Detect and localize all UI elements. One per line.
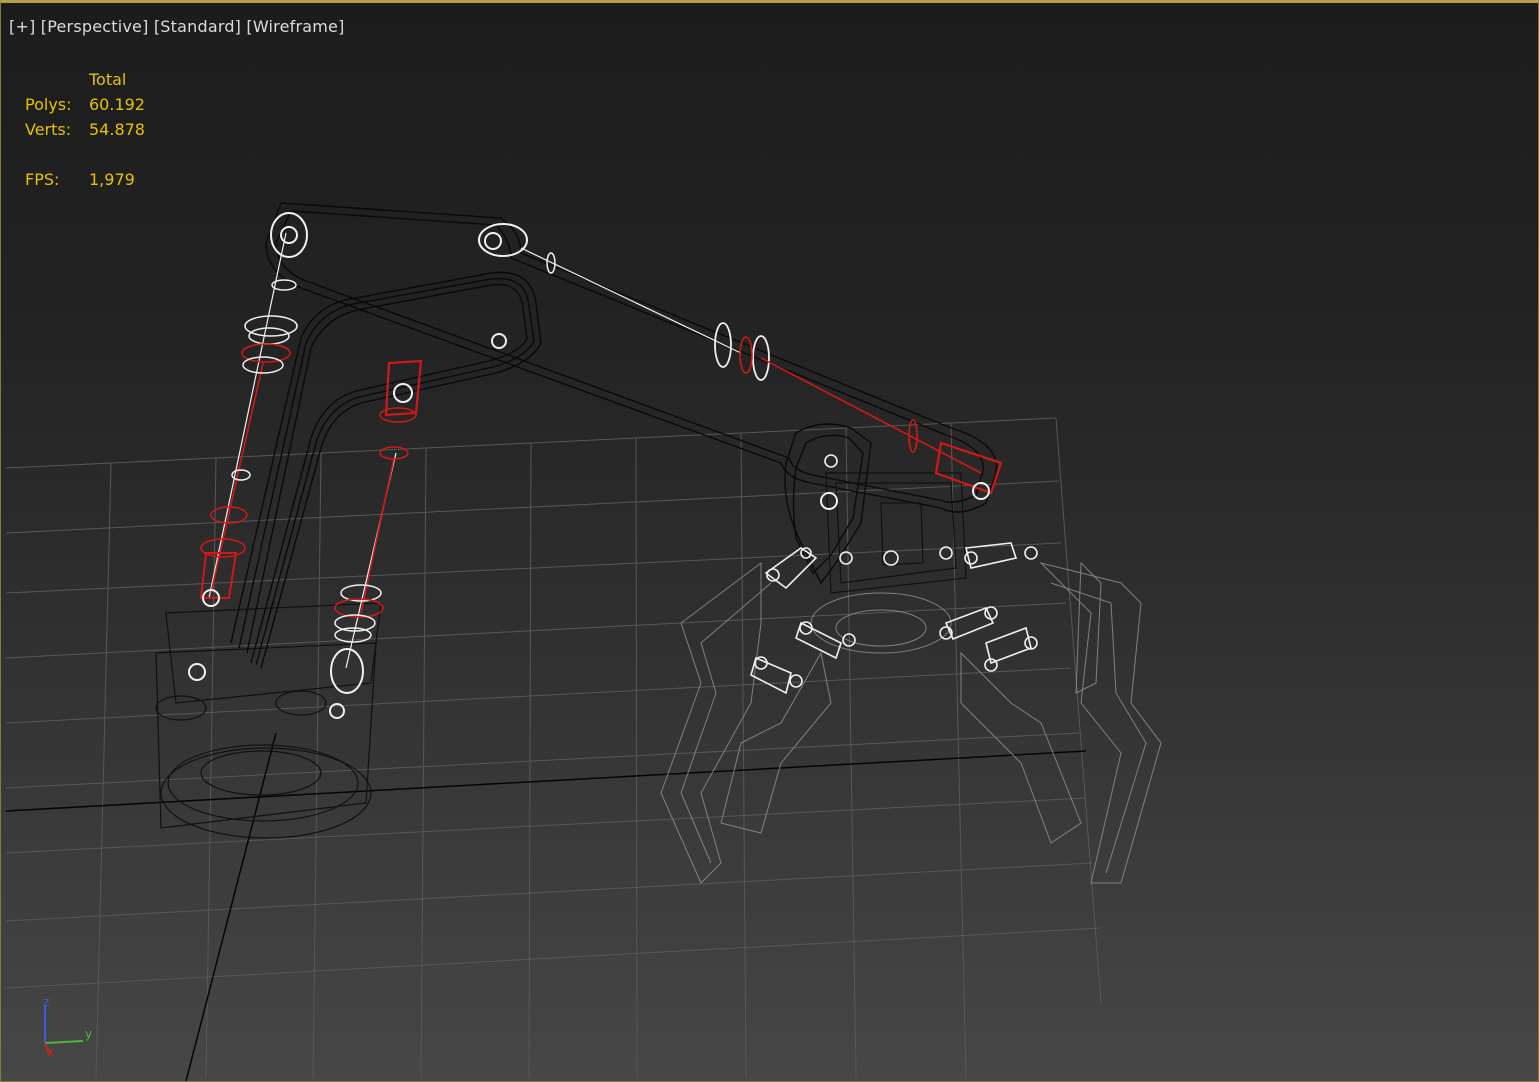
- axis-x-label: x: [47, 1045, 55, 1059]
- gripper-links: [750, 542, 1038, 695]
- viewport-general-menu[interactable]: [+]: [9, 17, 36, 36]
- piston-upper: [478, 223, 1003, 510]
- perspective-viewport[interactable]: [+] [Perspective] [Standard] [Wireframe]…: [0, 0, 1539, 1082]
- scene-statistics: Total Polys: 60.192 Verts: 54.878 FPS: 1,97…: [25, 67, 145, 192]
- lower-arm-link: [230, 271, 542, 669]
- axis-y-label: y: [85, 1027, 93, 1041]
- construction-grid: [5, 417, 1102, 1079]
- axis-tripod-icon: z y x: [35, 993, 105, 1063]
- polys-label: Polys:: [25, 95, 72, 114]
- viewport-label-menu: [+] [Perspective] [Standard] [Wireframe]: [9, 17, 345, 36]
- fps-label: FPS:: [25, 170, 60, 189]
- verts-value: 54.878: [89, 120, 145, 139]
- scene-wireframe[interactable]: [1, 3, 1539, 1082]
- polys-value: 60.192: [89, 95, 145, 114]
- viewport-point-of-view-menu[interactable]: [Perspective]: [41, 17, 149, 36]
- piston-middle: [329, 359, 423, 719]
- axis-z-label: z: [43, 995, 50, 1009]
- fps-value: 1,979: [89, 170, 135, 189]
- verts-label: Verts:: [25, 120, 72, 139]
- stats-total-header: Total: [89, 70, 127, 89]
- viewport-visual-style-menu[interactable]: [Wireframe]: [246, 17, 344, 36]
- viewport-shading-renderer-menu[interactable]: [Standard]: [154, 17, 241, 36]
